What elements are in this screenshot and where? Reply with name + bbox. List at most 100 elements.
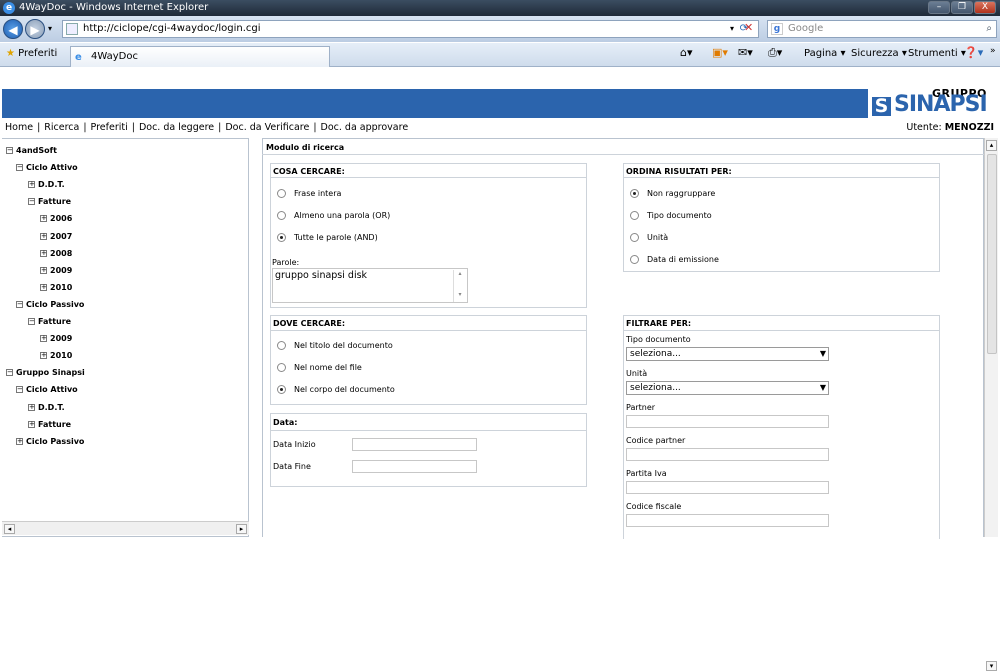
stop-icon[interactable]: ✕ <box>744 21 753 34</box>
unita-select[interactable]: seleziona... ▼ <box>626 381 829 395</box>
favorites-button[interactable]: ★ Preferiti <box>6 48 57 59</box>
tree-node[interactable]: +2009 <box>40 266 72 275</box>
back-icon[interactable]: ◀ <box>3 19 23 39</box>
nav-link-5[interactable]: Doc. da approvare <box>321 122 409 133</box>
mail-icon[interactable]: ✉▾ <box>738 46 753 59</box>
url-dropdown-icon[interactable]: ▾ <box>730 21 734 37</box>
expand-icon[interactable]: + <box>40 215 47 223</box>
help-icon[interactable]: ❓▾ <box>964 46 983 59</box>
tree-node[interactable]: + Ciclo Passivo <box>16 437 84 446</box>
main-vertical-scrollbar[interactable]: ▴ ▾ <box>984 138 998 671</box>
nav-link-2[interactable]: Preferiti <box>91 122 128 133</box>
url-input[interactable]: http://ciclope/cgi-4waydoc/login.cgi ▾ ⟳ <box>62 20 759 38</box>
search-input[interactable]: g Google ⌕ <box>767 20 997 38</box>
scroll-left-icon[interactable]: ◂ <box>4 524 15 534</box>
nav-link-3[interactable]: Doc. da leggere <box>139 122 214 133</box>
expand-icon[interactable]: + <box>40 232 47 240</box>
nav-link-0[interactable]: Home <box>5 122 33 133</box>
tree-node[interactable]: − Ciclo Attivo <box>16 163 78 172</box>
tree-node[interactable]: + Fatture <box>28 420 71 429</box>
expand-icon[interactable]: + <box>40 283 47 291</box>
collapse-icon[interactable]: − <box>16 164 23 172</box>
tree-node[interactable]: +2009 <box>40 334 72 343</box>
nav-link-1[interactable]: Ricerca <box>44 122 79 133</box>
collapse-icon[interactable]: − <box>16 386 23 394</box>
partita-iva-label: Partita Iva <box>626 469 667 478</box>
close-window-button[interactable]: X <box>974 1 996 14</box>
expand-icon[interactable]: + <box>40 335 47 343</box>
tree-node[interactable]: + D.D.T. <box>28 403 65 412</box>
collapse-icon[interactable]: − <box>6 369 13 377</box>
scroll-thumb[interactable] <box>987 154 997 354</box>
radio-frase-intera[interactable] <box>277 189 286 198</box>
tree-node-label: Fatture <box>38 197 72 207</box>
partita-iva-input[interactable] <box>626 481 829 494</box>
tree-node[interactable]: − Fatture <box>28 197 71 206</box>
tree-node[interactable]: +2007 <box>40 232 72 241</box>
feeds-icon[interactable]: ▣▾ <box>712 46 728 59</box>
tree-node[interactable]: − Fatture <box>28 317 71 326</box>
expand-icon[interactable]: + <box>40 266 47 274</box>
scroll-right-icon[interactable]: ▸ <box>236 524 247 534</box>
radio-unita[interactable] <box>630 233 639 242</box>
tree-node[interactable]: +2010 <box>40 283 72 292</box>
sicurezza-menu[interactable]: Sicurezza ▾ <box>851 48 907 59</box>
tree-node[interactable]: + D.D.T. <box>28 180 65 189</box>
radio-nel-nome-file[interactable] <box>277 363 286 372</box>
expand-icon[interactable]: + <box>40 352 47 360</box>
collapse-icon[interactable]: − <box>28 318 35 325</box>
scroll-up-icon[interactable]: ▴ <box>986 140 997 151</box>
forward-icon[interactable]: ▶ <box>25 19 45 39</box>
codice-partner-input[interactable] <box>626 448 829 461</box>
tree-node[interactable]: − Ciclo Passivo <box>16 300 84 309</box>
search-icon[interactable]: ⌕ <box>986 21 992 37</box>
radio-non-raggruppare[interactable] <box>630 189 639 198</box>
tree-horizontal-scrollbar[interactable]: ◂ ▸ <box>2 521 249 535</box>
tree-node[interactable]: +2008 <box>40 249 72 258</box>
collapse-icon[interactable]: − <box>28 198 35 206</box>
partner-input[interactable] <box>626 415 829 428</box>
nav-link-4[interactable]: Doc. da Verificare <box>225 122 309 133</box>
history-dropdown-icon[interactable]: ▾ <box>48 24 52 33</box>
radio-nel-corpo[interactable] <box>277 385 286 394</box>
expand-icon[interactable]: + <box>40 249 47 257</box>
collapse-icon[interactable]: − <box>16 300 23 308</box>
data-inizio-input[interactable] <box>352 438 477 451</box>
tree-node[interactable]: − Gruppo Sinapsi <box>6 368 85 377</box>
tree-node[interactable]: +2006 <box>40 214 72 223</box>
expand-icon[interactable]: + <box>28 181 35 189</box>
scroll-up-icon[interactable]: ▴ <box>454 270 466 277</box>
print-icon[interactable]: ⎙▾ <box>768 46 782 60</box>
scroll-down-icon[interactable]: ▾ <box>986 661 997 671</box>
expand-icon[interactable]: + <box>28 403 35 411</box>
partner-label: Partner <box>626 403 656 412</box>
parole-textarea[interactable]: gruppo sinapsi disk ▴ ▾ <box>272 268 468 303</box>
strumenti-menu[interactable]: Strumenti ▾ <box>908 48 966 59</box>
radio-almeno-una-parola[interactable] <box>277 211 286 220</box>
tab-title: 4WayDoc <box>91 51 138 62</box>
chevron-icon[interactable]: » <box>990 46 996 56</box>
scroll-down-icon[interactable]: ▾ <box>454 291 466 298</box>
restore-button[interactable]: ❐ <box>951 1 973 14</box>
form-title: Modulo di ricerca <box>266 143 345 152</box>
home-icon[interactable]: ⌂▾ <box>680 46 693 59</box>
radio-data-emissione[interactable] <box>630 255 639 264</box>
radio-tutte-le-parole[interactable] <box>277 233 286 242</box>
minimize-button[interactable]: – <box>928 1 950 14</box>
divider <box>270 177 587 178</box>
expand-icon[interactable]: + <box>16 437 23 445</box>
tree-node[interactable]: +2010 <box>40 351 72 360</box>
tree-node[interactable]: −4andSoft <box>6 146 57 155</box>
pagina-menu[interactable]: Pagina ▾ <box>804 48 846 59</box>
radio-nel-titolo[interactable] <box>277 341 286 350</box>
tree-node[interactable]: − Ciclo Attivo <box>16 385 78 394</box>
radio-tipo-documento[interactable] <box>630 211 639 220</box>
collapse-icon[interactable]: − <box>6 147 13 154</box>
tipo-documento-select[interactable]: seleziona... ▼ <box>626 347 829 361</box>
textarea-scrollbar[interactable]: ▴ ▾ <box>453 270 466 302</box>
data-fine-input[interactable] <box>352 460 477 473</box>
browser-tab[interactable]: e 4WayDoc <box>70 46 330 67</box>
label-nel-titolo: Nel titolo del documento <box>294 341 393 350</box>
expand-icon[interactable]: + <box>28 420 35 428</box>
codice-fiscale-input[interactable] <box>626 514 829 527</box>
